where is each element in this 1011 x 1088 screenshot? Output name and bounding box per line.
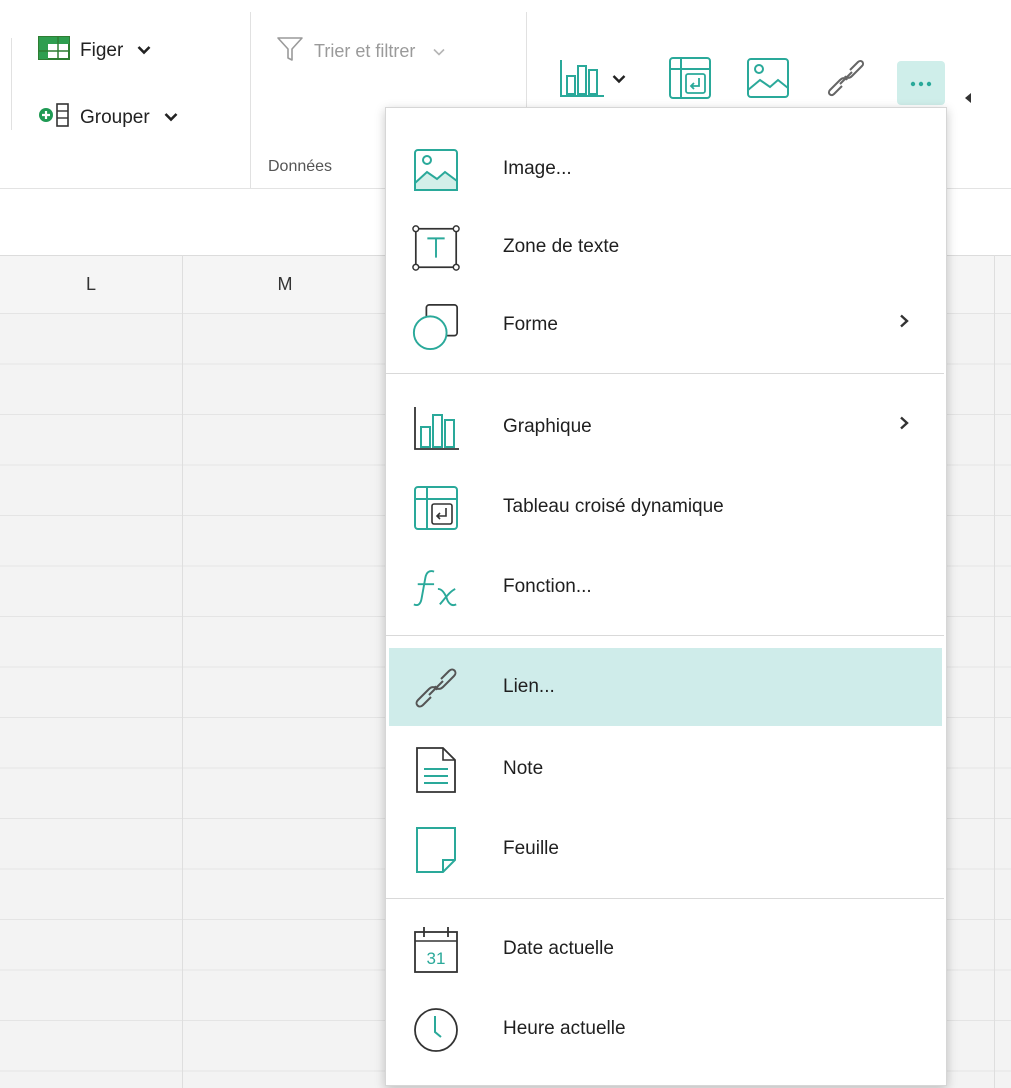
menu-item-label: Forme <box>503 314 558 335</box>
ribbon-separator <box>526 12 527 112</box>
menu-item-link[interactable]: Lien... <box>389 648 942 726</box>
caret-left-icon <box>964 90 972 108</box>
data-group-caption: Données <box>268 158 333 175</box>
ribbon-separator <box>11 38 12 130</box>
chevron-down-icon <box>433 43 445 61</box>
column-header-l[interactable]: L <box>0 256 182 313</box>
more-button[interactable] <box>897 61 945 105</box>
menu-item-label: Note <box>503 758 544 779</box>
function-icon <box>411 563 461 613</box>
chart-icon <box>411 403 461 453</box>
menu-item-label: Graphique <box>503 416 592 437</box>
ribbon-separator <box>250 12 251 188</box>
chevron-down-icon <box>164 109 178 127</box>
grid-column-line <box>182 255 183 1088</box>
group-icon <box>38 102 72 133</box>
menu-item-label: Tableau croisé dynamique <box>503 496 724 517</box>
menu-item-label: Date actuelle <box>503 938 614 959</box>
calendar-day-number: 31 <box>427 949 446 968</box>
sort-filter-label: Trier et filtrer <box>314 41 416 61</box>
grid-column-line <box>994 255 995 1088</box>
note-icon <box>411 745 461 795</box>
link-button[interactable] <box>818 55 874 105</box>
more-icon <box>910 74 932 92</box>
menu-item-label: Lien... <box>503 676 555 697</box>
pivot-table-button[interactable] <box>662 55 718 105</box>
chart-button[interactable] <box>547 55 637 105</box>
chevron-down-icon <box>137 42 151 60</box>
image-button[interactable] <box>740 55 796 105</box>
shape-icon <box>411 301 461 351</box>
group-button[interactable]: Grouper <box>38 102 178 133</box>
freeze-label: Figer <box>80 39 124 61</box>
menu-item-label: Heure actuelle <box>503 1018 626 1039</box>
group-label: Grouper <box>80 106 150 128</box>
menu-separator <box>386 898 944 899</box>
filter-icon <box>276 35 304 68</box>
link-icon <box>411 663 461 713</box>
pivot-table-icon <box>667 55 713 106</box>
clock-icon <box>411 1005 461 1055</box>
chart-icon <box>558 56 606 105</box>
insert-menu: Image... Zone de texte Forme Graphique T… <box>385 107 947 1086</box>
link-icon <box>824 56 868 105</box>
calendar-icon: 31 <box>411 925 461 975</box>
column-header-m[interactable]: M <box>183 256 387 313</box>
menu-separator <box>386 635 944 636</box>
menu-separator <box>386 373 944 374</box>
menu-item-function[interactable]: Fonction... <box>389 548 942 626</box>
menu-item-sheet[interactable]: Feuille <box>389 810 942 888</box>
image-icon <box>745 56 791 105</box>
menu-item-current-time[interactable]: Heure actuelle <box>389 990 942 1068</box>
chevron-right-icon <box>899 314 909 333</box>
freeze-button[interactable]: Figer <box>38 36 151 65</box>
pivot-table-icon <box>411 483 461 533</box>
menu-item-label: Fonction... <box>503 576 592 597</box>
chevron-down-icon <box>612 71 626 89</box>
menu-item-text-box[interactable]: Zone de texte <box>389 208 942 286</box>
menu-item-chart[interactable]: Graphique <box>389 388 942 466</box>
sort-filter-button[interactable]: Trier et filtrer <box>276 35 445 68</box>
menu-item-shape[interactable]: Forme <box>389 286 942 364</box>
ribbon-scroll-left-button[interactable] <box>958 88 978 110</box>
menu-item-image[interactable]: Image... <box>389 130 942 208</box>
menu-item-label: Feuille <box>503 838 559 859</box>
image-icon <box>411 145 461 195</box>
menu-item-pivot-table[interactable]: Tableau croisé dynamique <box>389 468 942 546</box>
freeze-panes-icon <box>38 36 70 65</box>
menu-item-current-date[interactable]: 31 Date actuelle <box>389 910 942 988</box>
chevron-right-icon <box>899 416 909 435</box>
menu-item-label: Image... <box>503 158 572 179</box>
menu-item-label: Zone de texte <box>503 236 620 257</box>
text-box-icon <box>411 223 461 273</box>
menu-item-note[interactable]: Note <box>389 730 942 808</box>
sheet-icon <box>411 825 461 875</box>
